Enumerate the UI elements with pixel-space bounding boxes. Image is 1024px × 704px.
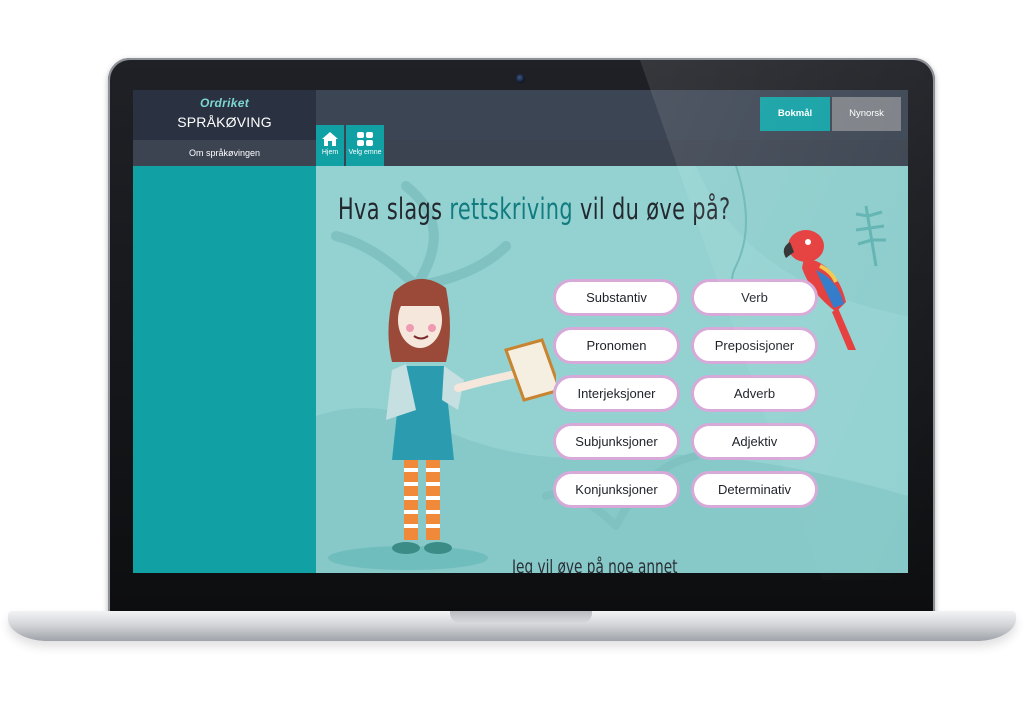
option-button[interactable]: Verb [691,279,818,316]
brand-header[interactable]: Ordriket SPRÅKØVING [133,90,316,140]
option-button[interactable]: Subjunksjoner [553,423,680,460]
option-button[interactable]: Interjeksjoner [553,375,680,412]
main-content: Hva slags rettskriving vil du øve på? Su… [316,166,908,573]
nynorsk-button[interactable]: Nynorsk [832,97,901,131]
page-heading: Hva slags rettskriving vil du øve på? [338,192,741,226]
brand-logo: Ordriket [199,96,250,110]
about-link[interactable]: Om språkøvingen [133,140,316,166]
grid-icon [357,132,373,146]
bokmal-button[interactable]: Bokmål [760,97,830,131]
choose-topic-button[interactable]: Velg emne [346,125,384,166]
app-screen: Ordriket SPRÅKØVING Om språkøvingen Bokm… [133,90,908,573]
heading-prefix: Hva slags [338,192,443,226]
option-button[interactable]: Determinativ [691,471,818,508]
other-practice-heading: Jeg vil øve på noe annet [512,556,678,573]
home-label: Hjem [321,149,339,156]
laptop-notch [450,611,592,623]
home-button[interactable]: Hjem [316,125,344,166]
option-button[interactable]: Adverb [691,375,818,412]
option-button[interactable]: Substantiv [553,279,680,316]
girl-illustration [386,278,556,554]
heading-suffix: vil du øve på? [580,192,731,226]
sub-bar [316,140,908,166]
home-icon [322,132,338,146]
choose-topic-label: Velg emne [348,149,382,156]
camera-icon [516,74,525,83]
option-button[interactable]: Preposisjoner [691,327,818,364]
option-button[interactable]: Konjunksjoner [553,471,680,508]
brand-title: SPRÅKØVING [177,114,272,130]
heading-highlight: rettskriving [449,192,574,226]
option-button[interactable]: Adjektiv [691,423,818,460]
option-button[interactable]: Pronomen [553,327,680,364]
